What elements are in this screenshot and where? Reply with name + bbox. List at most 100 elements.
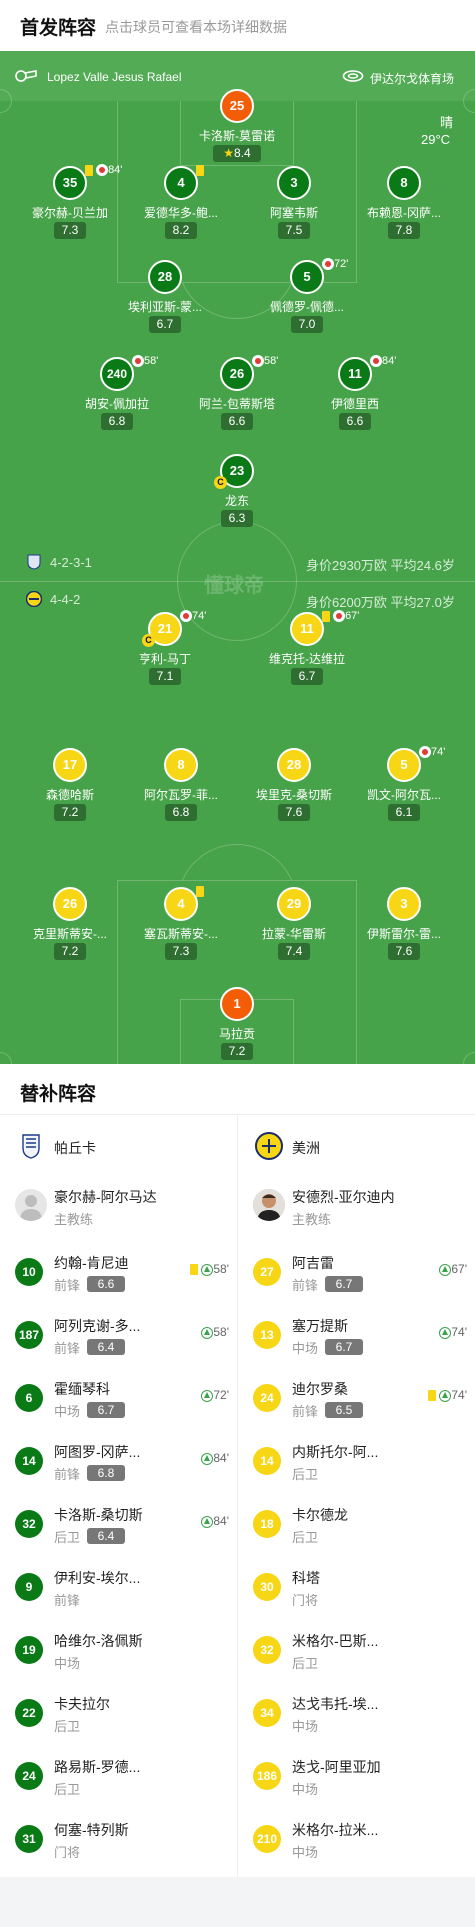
away-team[interactable]: 美洲 [238,1131,475,1161]
sub-position: 后卫 [292,1530,319,1545]
sub-minute: 74' [431,746,446,758]
sub-number: 210 [253,1825,281,1853]
player-name: 布赖恩-冈萨... [367,206,441,220]
player-events: 72' [322,258,348,271]
player-rating: 6.8 [101,413,133,430]
sub-minute: 67' [345,610,360,622]
sub-rating: 6.4 [87,1528,125,1544]
yellow-card-icon [190,1264,199,1276]
home-coach[interactable]: 豪尔赫-阿尔马达 主教练 [0,1185,237,1235]
sub-rating: 6.5 [325,1402,363,1418]
sub-position: 前锋 [292,1278,319,1293]
sub-number: 13 [253,1321,281,1349]
sub-player-row[interactable]: 24 路易斯-罗德... 后卫 [0,1754,237,1810]
sub-name: 霍缅琴科 [54,1381,110,1397]
sub-number: 10 [15,1258,43,1286]
sub-player-row[interactable]: 22 卡夫拉尔 后卫 [0,1691,237,1747]
yellow-card-icon [322,610,330,622]
whistle-icon [15,70,37,82]
away-value: 身价6200万欧 平均27.0岁 [306,595,455,610]
referee-name: Lopez Valle Jesus Rafael [47,70,182,84]
home-value: 身价2930万欧 平均24.6岁 [306,558,455,573]
sub-name: 路易斯-罗德... [54,1759,141,1775]
sub-player-row[interactable]: 32 卡洛斯-桑切斯 后卫 6.4 84' [0,1502,237,1558]
player-events: 74' [180,610,207,623]
player-name: 胡安-佩加拉 [85,397,149,411]
sub-player-row[interactable]: 32 米格尔-巴斯... 后卫 [238,1628,475,1684]
coach-avatar [15,1189,47,1221]
player-number: 1 [220,987,254,1021]
sub-player-row[interactable]: 19 哈维尔-洛佩斯 中场 [0,1628,237,1684]
yellow-card-icon [196,164,204,176]
sub-player-row[interactable]: 210 米格尔-拉米... 中场 [238,1817,475,1873]
sub-player-row[interactable]: 187 阿列克谢-多... 前锋 6.4 58' [0,1313,237,1369]
player-number: 35 [53,166,87,200]
player-events: 58' [252,355,278,368]
sub-minute: 58' [144,355,159,367]
sub-player-row[interactable]: 6 霍缅琴科 中场 6.7 72' [0,1376,237,1432]
sub-out-icon [419,746,431,759]
sub-player-row[interactable]: 14 阿图罗-冈萨... 前锋 6.8 84' [0,1439,237,1495]
sub-out-icon [322,258,334,271]
player-number: 240 [100,357,134,391]
sub-player-row[interactable]: 34 达戈韦托-埃... 中场 [238,1691,475,1747]
sub-player-row[interactable]: 9 伊利安-埃尔... 前锋 [0,1565,237,1621]
player-events: 67' [322,610,360,623]
sub-name: 何塞-特列斯 [54,1822,129,1838]
sub-number: 19 [15,1636,43,1664]
home-team[interactable]: 帕丘卡 [0,1131,237,1161]
player-number: 5 [387,748,421,782]
player-rating: 6.8 [165,804,197,821]
player-name: 伊斯雷尔-雷... [367,927,441,941]
player-rating: 6.3 [221,510,253,527]
sub-position: 前锋 [54,1593,81,1608]
sub-player-row[interactable]: 18 卡尔德龙 后卫 [238,1502,475,1558]
sub-player-row[interactable]: 10 约翰-肯尼迪 前锋 6.6 58' [0,1250,237,1306]
sub-in-icon [201,1326,214,1339]
sub-minute: 58' [213,1262,229,1276]
player-rating: 6.7 [149,316,181,333]
sub-minute: 84' [382,355,397,367]
star-icon: ★ [223,146,235,160]
sub-out-icon [370,355,382,368]
sub-in-icon [201,1263,214,1276]
sub-number: 31 [15,1825,43,1853]
player-number: 26 [53,887,87,921]
sub-player-row[interactable]: 14 内斯托尔-阿... 后卫 [238,1439,475,1495]
sub-player-row[interactable]: 31 何塞-特列斯 门将 [0,1817,237,1873]
sub-position: 中场 [292,1782,319,1797]
captain-badge: C [214,476,227,489]
coach-role: 主教练 [54,1212,94,1227]
yellow-card-icon [85,164,93,176]
player-rating: 7.1 [149,668,181,685]
rating-value: 8.4 [234,146,251,160]
sub-player-row[interactable]: 24 迪尔罗桑 前锋 6.5 74' [238,1376,475,1432]
player-events: 84' [85,164,122,177]
sub-player-row[interactable]: 30 科塔 门将 [238,1565,475,1621]
coach-role: 主教练 [292,1212,332,1227]
player-name: 森德哈斯 [45,788,94,802]
sub-rating: 6.7 [87,1402,125,1418]
sub-player-row[interactable]: 13 塞万提斯 中场 6.7 74' [238,1313,475,1369]
sub-in-icon [439,1263,452,1276]
sub-position: 后卫 [292,1656,319,1671]
player-name: 伊德里西 [330,397,379,411]
player-name: 爱德华多-鲍... [144,206,218,220]
pachuca-logo-icon [22,1134,40,1159]
sub-name: 迭戈-阿里亚加 [292,1759,381,1775]
sub-position: 中场 [292,1719,319,1734]
sub-out-icon [333,610,346,623]
sub-number: 14 [253,1447,281,1475]
sub-position: 前锋 [292,1404,319,1419]
sub-position: 前锋 [54,1278,81,1293]
away-coach[interactable]: 安德烈-亚尔迪内 主教练 [238,1185,475,1235]
sub-name: 达戈韦托-埃... [292,1696,379,1712]
player-number: 17 [53,748,87,782]
sub-player-row[interactable]: 27 阿吉雷 前锋 6.7 67' [238,1250,475,1306]
player-rating: 7.2 [54,943,86,960]
sub-number: 14 [15,1447,43,1475]
player-events: 84' [370,355,397,368]
sub-minute: 74' [192,610,207,622]
sub-player-row[interactable]: 186 迭戈-阿里亚加 中场 [238,1754,475,1810]
player-name: 佩德罗-佩德... [270,300,344,314]
